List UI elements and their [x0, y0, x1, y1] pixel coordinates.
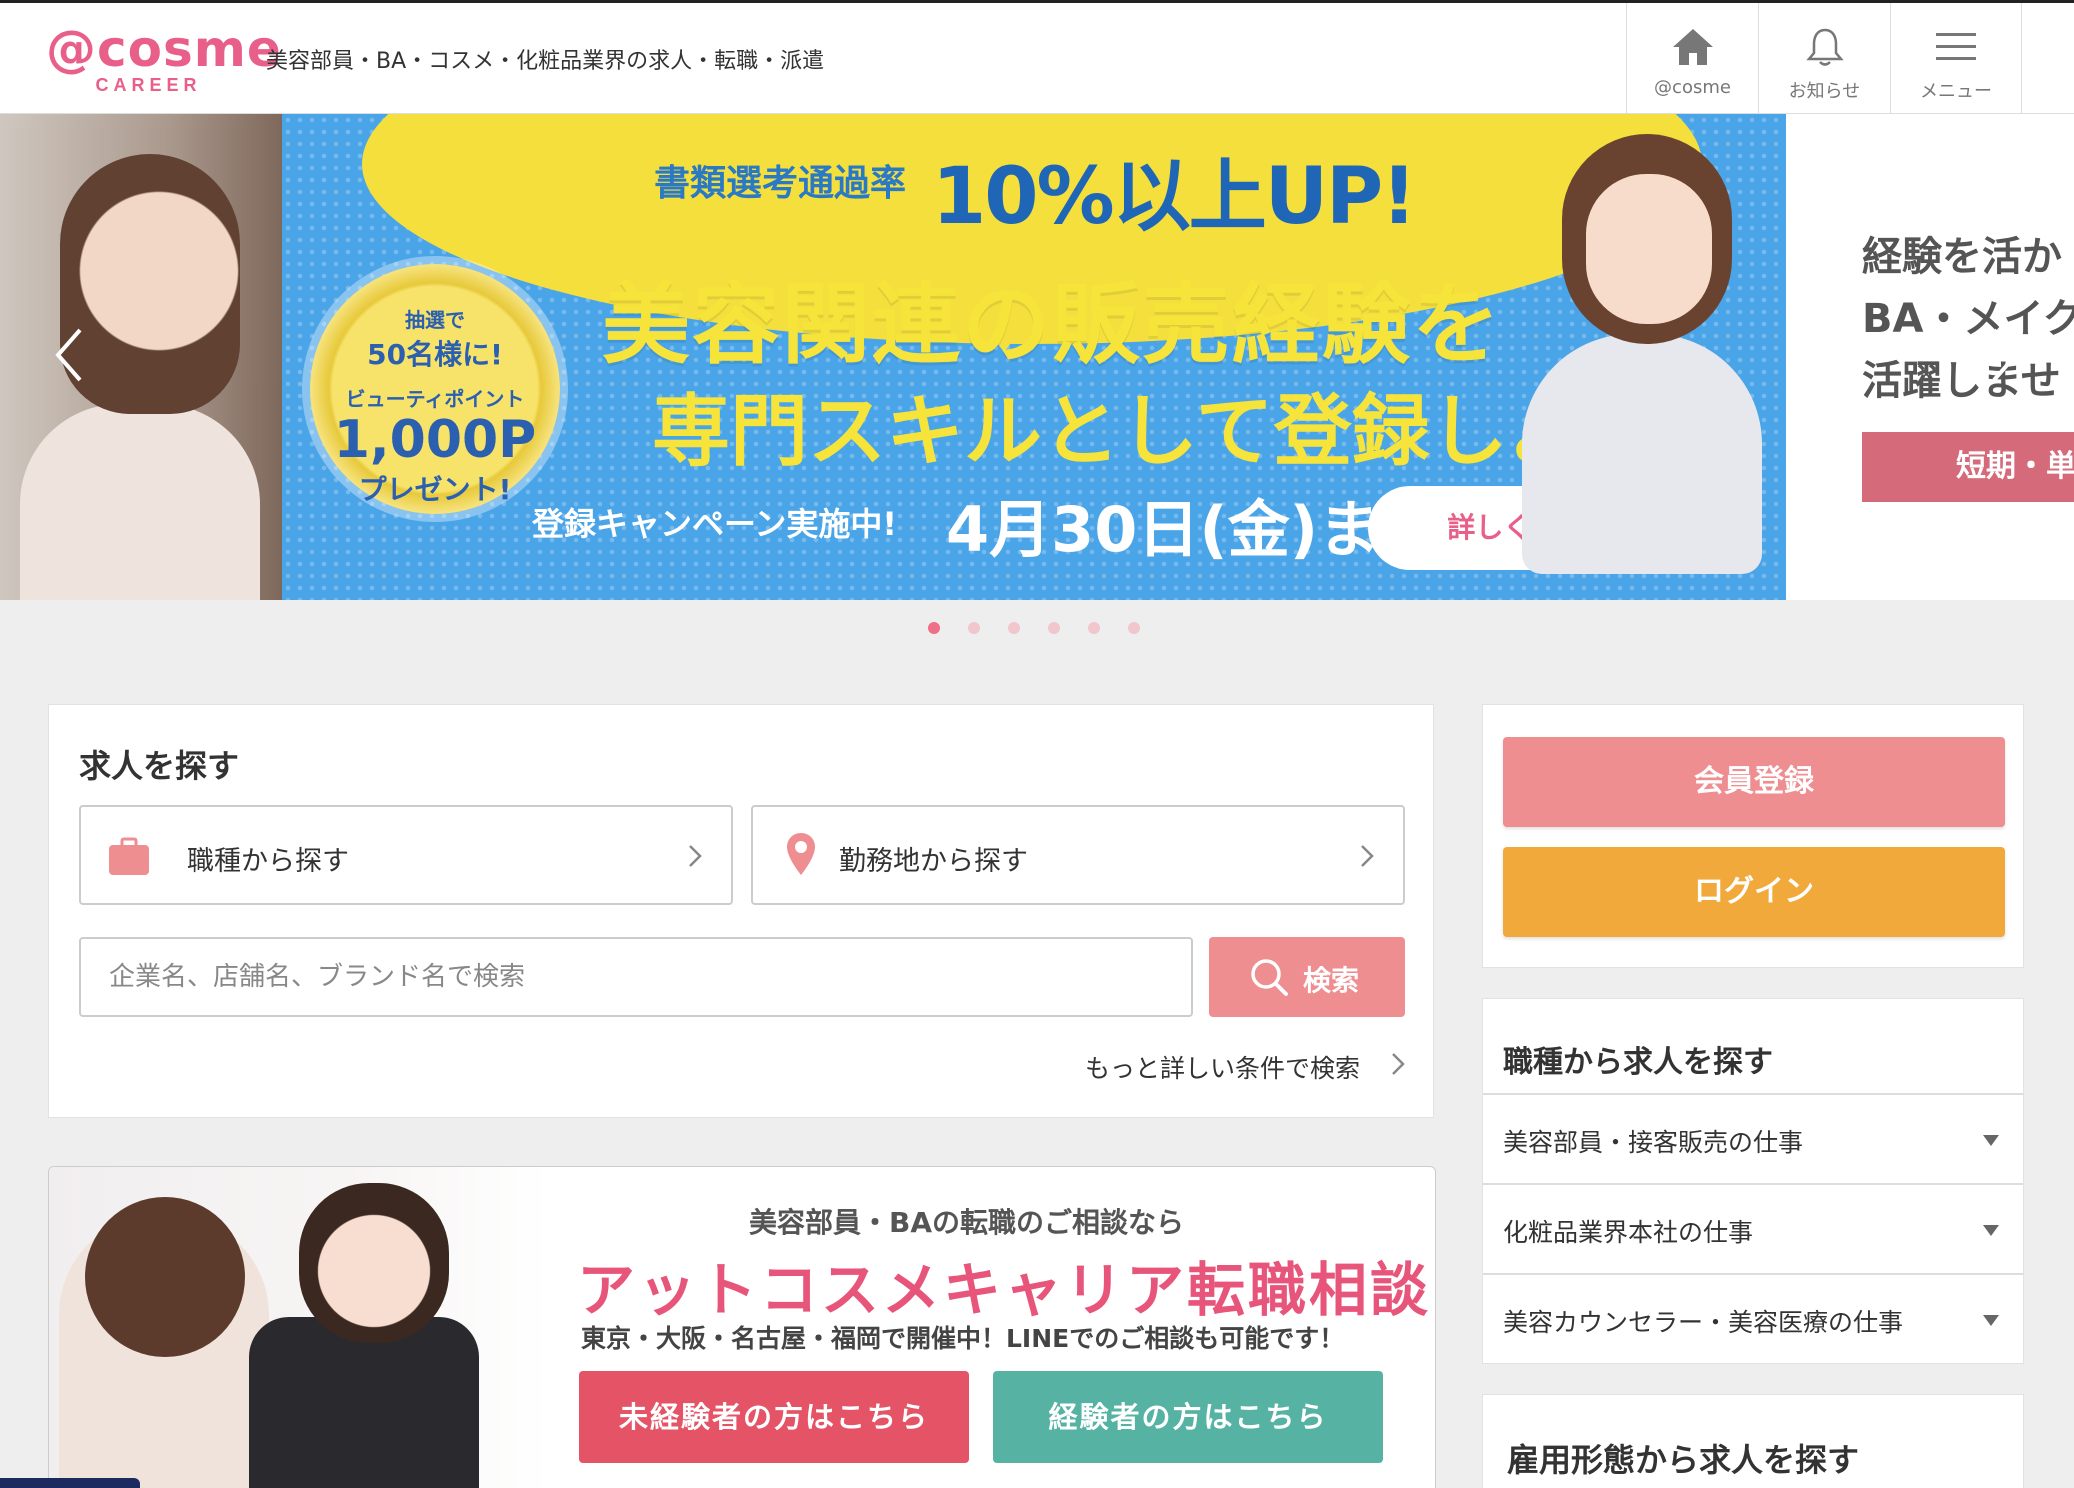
model-photo-face: [1586, 174, 1712, 324]
point-present-coin: 抽選で 50名様に! ビューティポイント 1,000P プレゼント!: [310, 264, 560, 514]
caret-down-icon: [1983, 1315, 1999, 1326]
chevron-right-icon: [1392, 1053, 1405, 1075]
search-by-job-type-label: 職種から探す: [187, 846, 349, 877]
consultation-subtext: 東京・大阪・名古屋・福岡で開催中！LINEでのご相談も可能です！: [581, 1324, 1345, 1353]
carousel-dot[interactable]: [1008, 622, 1020, 634]
site-header: @cosme CAREER 美容部員・BA・コスメ・化粧品業界の求人・転職・派遣…: [0, 0, 2074, 114]
nav-cosme-label: @cosme: [1654, 77, 1731, 98]
hero-carousel[interactable]: 書類選考通過率 10%以上UP! 抽選で 50名様に! ビューティポイント 1,…: [0, 114, 2074, 600]
consultation-photo: [49, 1167, 549, 1488]
auth-panel: 会員登録 ログイン: [1482, 704, 2024, 968]
search-by-location-label: 勤務地から探す: [839, 846, 1028, 877]
location-pin-icon: [787, 833, 815, 875]
search-by-location-button[interactable]: 勤務地から探す: [751, 805, 1405, 905]
carousel-dot[interactable]: [928, 622, 940, 634]
register-button[interactable]: 会員登録: [1503, 737, 2005, 827]
consultation-photo-person-1-hair: [85, 1197, 245, 1357]
experienced-consultation-button[interactable]: 経験者の方はこちら: [993, 1371, 1383, 1463]
nav-menu[interactable]: メニュー: [1890, 3, 2022, 113]
next-slide-bar: 短期・単: [1862, 432, 2074, 502]
job-category-title: 職種から求人を探す: [1503, 1045, 1773, 1080]
pass-rate-value: 10%以上UP!: [932, 152, 1417, 242]
carousel-dot[interactable]: [968, 622, 980, 634]
campaign-headline-1: 美容関連の販売経験を: [602, 273, 1503, 376]
nav-notifications[interactable]: お知らせ: [1758, 3, 1890, 113]
carousel-slide-campaign[interactable]: 書類選考通過率 10%以上UP! 抽選で 50名様に! ビューティポイント 1,…: [282, 114, 1786, 600]
campaign-label: 登録キャンペーン実施中!: [532, 505, 897, 543]
caret-down-icon: [1983, 1225, 1999, 1236]
job-search-panel: 求人を探す 職種から探す 勤務地から探す 検索 もっと詳しい条件で検索: [48, 704, 1434, 1118]
carousel-dot[interactable]: [1048, 622, 1060, 634]
job-category-item[interactable]: 美容カウンセラー・美容医療の仕事: [1483, 1273, 2023, 1363]
next-slide-line-2: BA・メイク: [1862, 296, 2074, 342]
next-slide-line-3: 活躍しませ: [1862, 358, 2061, 404]
coin-line-5: プレゼント!: [358, 473, 512, 506]
consultation-lead: 美容部員・BAの転職のご相談なら: [749, 1206, 1185, 1239]
carousel-pagination: [928, 622, 1168, 638]
logo-main-text: @cosme: [46, 20, 282, 78]
login-button[interactable]: ログイン: [1503, 847, 2005, 937]
carousel-dot[interactable]: [1088, 622, 1100, 634]
job-search-title: 求人を探す: [79, 747, 240, 785]
search-button-label: 検索: [1303, 964, 1360, 997]
coin-line-2: 50名様に!: [367, 338, 503, 371]
carousel-prev-arrow-icon[interactable]: [40, 310, 100, 400]
employment-type-title: 雇用形態から求人を探す: [1507, 1441, 1860, 1479]
employment-type-panel: 雇用形態から求人を探す: [1482, 1394, 2024, 1488]
consultation-photo-person-2-face: [299, 1183, 449, 1343]
model-photo-body: [20, 404, 260, 600]
nav-menu-label: メニュー: [1920, 81, 1992, 102]
coin-line-1: 抽選で: [405, 308, 465, 332]
advanced-search-link[interactable]: もっと詳しい条件で検索: [1085, 1049, 1360, 1085]
hamburger-menu-icon: [1936, 33, 1976, 60]
briefcase-icon: [109, 837, 149, 875]
search-button[interactable]: 検索: [1209, 937, 1405, 1017]
search-by-job-type-button[interactable]: 職種から探す: [79, 805, 733, 905]
carousel-next-arrow-icon[interactable]: [1974, 310, 2034, 400]
job-category-label: 美容カウンセラー・美容医療の仕事: [1503, 1308, 1904, 1337]
next-slide-text: 経験を活か BA・メイク 活躍しませ: [1862, 226, 2074, 412]
site-tagline: 美容部員・BA・コスメ・化粧品業界の求人・転職・派遣: [266, 49, 825, 74]
coin-line-4: 1,000P: [333, 410, 537, 470]
cosme-career-logo[interactable]: @cosme CAREER: [46, 20, 282, 95]
chevron-right-icon: [1361, 845, 1374, 867]
job-category-label: 美容部員・接客販売の仕事: [1503, 1128, 1804, 1157]
nav-cosme-home[interactable]: @cosme: [1626, 3, 1758, 113]
consultation-headline: アットコスメキャリア転職相談: [577, 1256, 1432, 1324]
home-icon: [1672, 29, 1713, 65]
coin-line-3: ビューティポイント: [345, 387, 525, 411]
search-icon: [1251, 959, 1288, 996]
nav-notifications-label: お知らせ: [1788, 81, 1861, 102]
job-category-item[interactable]: 美容部員・接客販売の仕事: [1483, 1093, 2023, 1183]
corner-tab[interactable]: [0, 1478, 140, 1488]
job-category-panel: 職種から求人を探す 美容部員・接客販売の仕事 化粧品業界本社の仕事 美容カウンセ…: [1482, 998, 2024, 1364]
model-photo-torso: [1522, 334, 1762, 574]
bell-icon: [1805, 28, 1844, 66]
novice-consultation-button[interactable]: 未経験者の方はこちら: [579, 1371, 969, 1463]
pass-rate-label: 書類選考通過率: [654, 163, 907, 204]
chevron-right-icon: [689, 845, 702, 867]
carousel-dot[interactable]: [1128, 622, 1140, 634]
caret-down-icon: [1983, 1135, 1999, 1146]
model-photo: [1522, 134, 1762, 594]
job-category-item[interactable]: 化粧品業界本社の仕事: [1483, 1183, 2023, 1273]
next-slide-line-1: 経験を活か: [1862, 234, 2062, 280]
logo-sub-text: CAREER: [95, 75, 202, 95]
career-consultation-banner[interactable]: 美容部員・BAの転職のご相談なら アットコスメキャリア転職相談 東京・大阪・名古…: [48, 1166, 1436, 1488]
keyword-search-input[interactable]: [79, 937, 1193, 1017]
job-category-label: 化粧品業界本社の仕事: [1503, 1218, 1754, 1247]
